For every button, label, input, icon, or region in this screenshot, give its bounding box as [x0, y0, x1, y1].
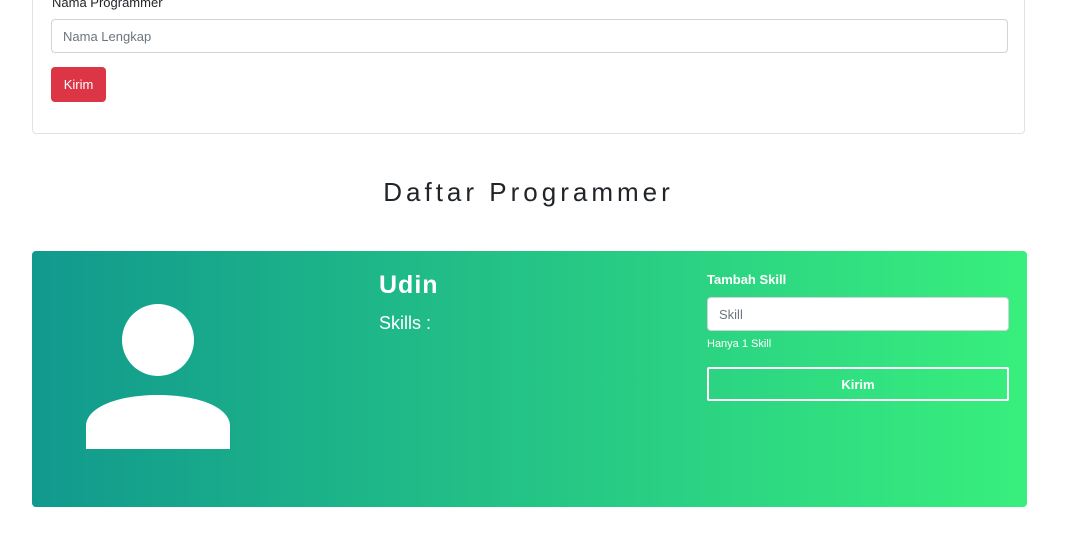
page: Nama Programmer Kirim Daftar Programmer … [0, 0, 1075, 534]
programmer-card: Udin Skills : Tambah Skill Hanya 1 Skill… [32, 251, 1027, 507]
programmer-name: Udin [379, 271, 439, 299]
skills-label: Skills : [379, 313, 432, 333]
submit-skill-button[interactable]: Kirim [707, 367, 1009, 401]
add-skill-label: Tambah Skill [707, 272, 787, 287]
skill-input[interactable] [707, 297, 1009, 331]
submit-programmer-button[interactable]: Kirim [51, 67, 106, 102]
skill-helper-text: Hanya 1 Skill [707, 338, 772, 350]
user-icon [86, 304, 230, 449]
programmer-name-label: Nama Programmer [52, 0, 163, 10]
programmer-name-input[interactable] [51, 19, 1008, 53]
add-programmer-form-card: Nama Programmer Kirim [32, 0, 1025, 134]
programmer-list-title: Daftar Programmer [383, 177, 674, 207]
